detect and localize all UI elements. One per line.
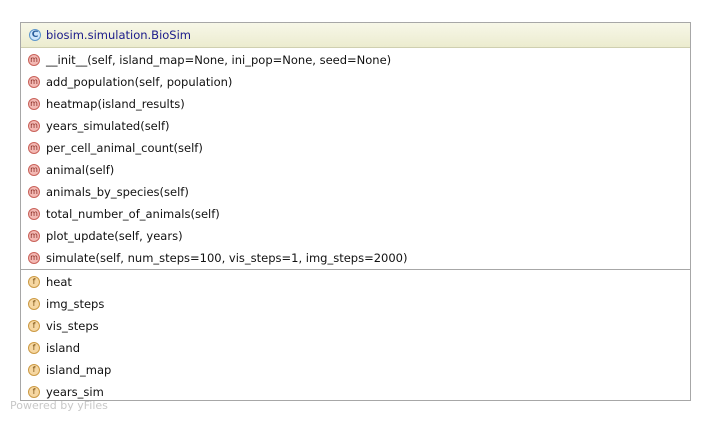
method-label: plot_update(self, years) (46, 229, 183, 243)
class-name: biosim.simulation.BioSim (46, 28, 191, 42)
method-row-animals-by-species[interactable]: m animals_by_species(self) (21, 181, 690, 203)
field-row-island-map[interactable]: f island_map (21, 359, 690, 381)
fields-section: f heat f img_steps f vis_steps f island … (21, 270, 690, 403)
class-header[interactable]: C biosim.simulation.BioSim (21, 23, 690, 48)
method-row-simulate[interactable]: m simulate(self, num_steps=100, vis_step… (21, 247, 690, 269)
class-icon: C (29, 29, 41, 41)
method-icon: m (28, 76, 40, 88)
field-label: vis_steps (46, 319, 99, 333)
field-icon: f (28, 342, 40, 354)
field-label: heat (46, 275, 72, 289)
method-row-heatmap[interactable]: m heatmap(island_results) (21, 93, 690, 115)
field-label: years_sim (46, 385, 104, 399)
field-row-vis-steps[interactable]: f vis_steps (21, 315, 690, 337)
field-label: img_steps (46, 297, 105, 311)
field-row-heat[interactable]: f heat (21, 271, 690, 293)
method-icon: m (28, 208, 40, 220)
field-row-img-steps[interactable]: f img_steps (21, 293, 690, 315)
method-icon: m (28, 186, 40, 198)
field-icon: f (28, 298, 40, 310)
method-row-per-cell-animal-count[interactable]: m per_cell_animal_count(self) (21, 137, 690, 159)
method-icon: m (28, 98, 40, 110)
method-icon: m (28, 230, 40, 242)
method-icon: m (28, 164, 40, 176)
class-node[interactable]: C biosim.simulation.BioSim m __init__(se… (20, 22, 691, 401)
method-row-years-simulated[interactable]: m years_simulated(self) (21, 115, 690, 137)
method-label: __init__(self, island_map=None, ini_pop=… (46, 53, 392, 67)
method-label: simulate(self, num_steps=100, vis_steps=… (46, 251, 408, 265)
method-label: heatmap(island_results) (46, 97, 185, 111)
method-row-animal[interactable]: m animal(self) (21, 159, 690, 181)
method-icon: m (28, 142, 40, 154)
method-label: animal(self) (46, 163, 115, 177)
field-icon: f (28, 386, 40, 398)
method-row-init[interactable]: m __init__(self, island_map=None, ini_po… (21, 49, 690, 71)
method-icon: m (28, 54, 40, 66)
yfiles-credit: Powered by yFiles (10, 399, 108, 412)
method-icon: m (28, 120, 40, 132)
field-label: island (46, 341, 81, 355)
field-icon: f (28, 364, 40, 376)
method-label: total_number_of_animals(self) (46, 207, 220, 221)
method-label: years_simulated(self) (46, 119, 170, 133)
method-label: add_population(self, population) (46, 75, 233, 89)
field-label: island_map (46, 363, 112, 377)
method-icon: m (28, 252, 40, 264)
methods-section: m __init__(self, island_map=None, ini_po… (21, 48, 690, 269)
method-row-add-population[interactable]: m add_population(self, population) (21, 71, 690, 93)
method-row-plot-update[interactable]: m plot_update(self, years) (21, 225, 690, 247)
method-row-total-number-of-animals[interactable]: m total_number_of_animals(self) (21, 203, 690, 225)
field-row-island[interactable]: f island (21, 337, 690, 359)
field-icon: f (28, 276, 40, 288)
method-label: per_cell_animal_count(self) (46, 141, 203, 155)
field-row-years-sim[interactable]: f years_sim (21, 381, 690, 403)
method-label: animals_by_species(self) (46, 185, 189, 199)
field-icon: f (28, 320, 40, 332)
